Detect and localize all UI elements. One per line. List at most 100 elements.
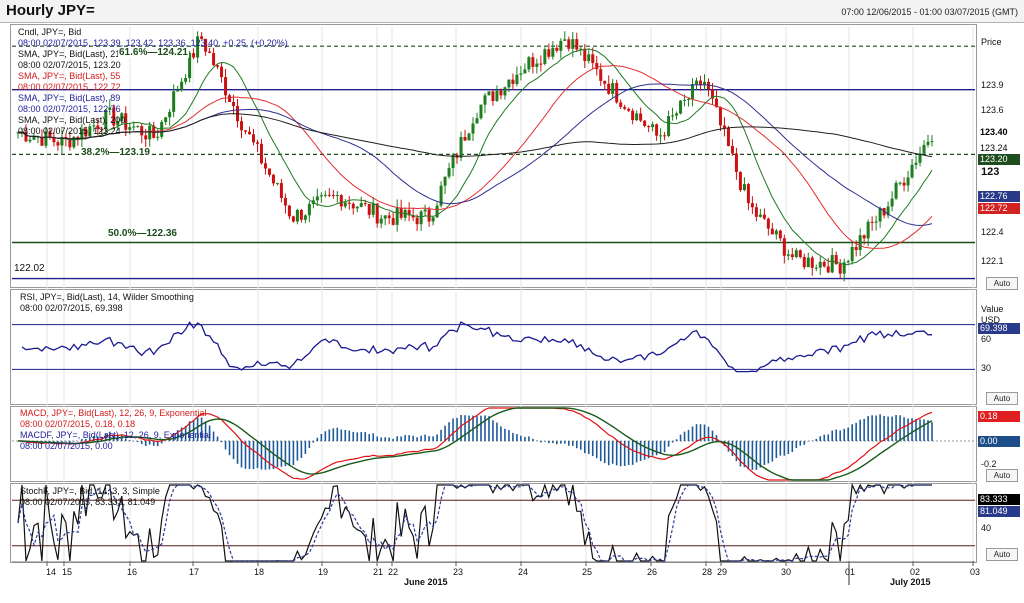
stoch-legend-name: StochF, JPY=, Bid, 14, 3, 3, Simple [20, 486, 160, 496]
candle-body [599, 69, 603, 81]
candle-body [615, 83, 619, 103]
candle-body [790, 254, 794, 258]
candle-body [774, 230, 778, 235]
xtick-16: 16 [127, 567, 138, 577]
sma89-tag: 122.76 [978, 191, 1020, 202]
candle-body [591, 54, 595, 64]
month-july: July 2015 [890, 577, 931, 587]
candle-body [862, 235, 866, 239]
candle-body [327, 194, 331, 196]
candle-body [750, 203, 754, 208]
price-tick-123: 123 [981, 166, 1000, 178]
candle-body [483, 95, 487, 105]
candle-body [307, 203, 311, 216]
xtick-14: 14 [46, 567, 57, 577]
rsi-line [21, 321, 933, 373]
stoch-k-tag: 83.333 [978, 494, 1020, 505]
candle-body [279, 183, 283, 198]
candle-body [503, 87, 507, 96]
candle-body [415, 217, 419, 225]
xtick-25: 25 [582, 567, 593, 577]
candle-body [822, 261, 826, 267]
candle-body [906, 177, 910, 186]
candle-body [511, 79, 515, 85]
candle-body [475, 118, 479, 124]
xtick-30: 30 [781, 567, 792, 577]
sma21-tag: 123.20 [978, 154, 1020, 165]
candle-body [331, 195, 335, 197]
price-tick-1224: 122.4 [981, 227, 1004, 237]
candle-body [810, 257, 814, 268]
rsi-auto-button[interactable]: Auto [986, 392, 1018, 405]
xtick-26: 26 [647, 567, 658, 577]
candle-body [303, 215, 307, 220]
candle-body [371, 203, 375, 215]
candle-body [702, 81, 706, 85]
candle-body [443, 176, 447, 186]
candle-body [383, 215, 387, 219]
candle-body [539, 63, 543, 65]
candle-body [527, 57, 531, 70]
macd-auto-button[interactable]: Auto [986, 469, 1018, 482]
xtick-15: 15 [62, 567, 73, 577]
xtick-18: 18 [254, 567, 265, 577]
candle-body [487, 91, 491, 96]
rsi-legend-value: 08:00 02/07/2015, 69.398 [20, 303, 123, 313]
candle-body [287, 205, 291, 217]
candle-body [619, 102, 623, 107]
candle-body [547, 49, 551, 57]
rsi-tick-60: 60 [981, 334, 992, 344]
xtick-17: 17 [189, 567, 200, 577]
candle-body [603, 80, 607, 84]
candle-body [695, 80, 699, 85]
candle-body [519, 73, 523, 75]
stoch-legend: StochF, JPY=, Bid, 14, 3, 3, Simple 08:0… [20, 486, 160, 508]
price-auto-button[interactable]: Auto [986, 277, 1018, 290]
candle-body [814, 267, 818, 269]
price-tick-1239: 123.9 [981, 80, 1004, 90]
candle-body [910, 164, 914, 178]
rsi-axis-title: Value [981, 304, 1004, 314]
candle-body [890, 198, 894, 207]
candle-body [283, 197, 287, 206]
stoch-auto-button[interactable]: Auto [986, 548, 1018, 561]
candle-body [746, 184, 750, 204]
fib-50-label: 50.0%—122.36 [107, 228, 178, 239]
candle-body [683, 99, 687, 101]
macdf-legend-name: MACDF, JPY=, Bid(Last), 12, 26, 9, Expon… [20, 430, 211, 440]
macd-legend-name: MACD, JPY=, Bid(Last), 12, 26, 9, Expone… [20, 408, 207, 418]
candle-body [846, 261, 850, 263]
candle-body [671, 115, 675, 117]
price-last-tag: 123.40 [978, 127, 1020, 138]
sma55-tag: 122.72 [978, 203, 1020, 214]
xtick-01: 01 [845, 567, 856, 577]
candle-body [722, 125, 726, 129]
candle-body [567, 39, 571, 49]
candle-body [643, 120, 647, 127]
legend-sma200-value: 08:00 02/07/2015, 123.24 [18, 126, 121, 136]
candle-body [543, 49, 547, 64]
rsi-legend-name: RSI, JPY=, Bid(Last), 14, Wilder Smoothi… [20, 292, 194, 302]
candle-body [738, 171, 742, 191]
candle-body [379, 218, 383, 224]
candle-body [687, 98, 691, 100]
candle-body [830, 255, 834, 273]
candle-body [419, 211, 423, 225]
candle-body [639, 113, 643, 121]
xtick-03: 03 [970, 567, 981, 577]
candle-body [734, 153, 738, 172]
candle-body [894, 182, 898, 199]
legend-sma200: SMA, JPY=, Bid(Last), 200 [18, 115, 126, 125]
candle-body [471, 123, 475, 134]
rsi-tag: 69.398 [978, 323, 1020, 334]
candle-body [343, 202, 347, 207]
candle-body [523, 69, 527, 74]
candle-body [623, 106, 627, 109]
candle-body [363, 203, 367, 205]
candle-body [742, 184, 746, 191]
fib-61-label: 61.6%—124.21 [118, 47, 189, 58]
macd-tick-neg02: -0.2 [981, 459, 997, 469]
candle-body [495, 90, 499, 101]
candle-body [838, 263, 842, 274]
candle-body [563, 39, 567, 41]
